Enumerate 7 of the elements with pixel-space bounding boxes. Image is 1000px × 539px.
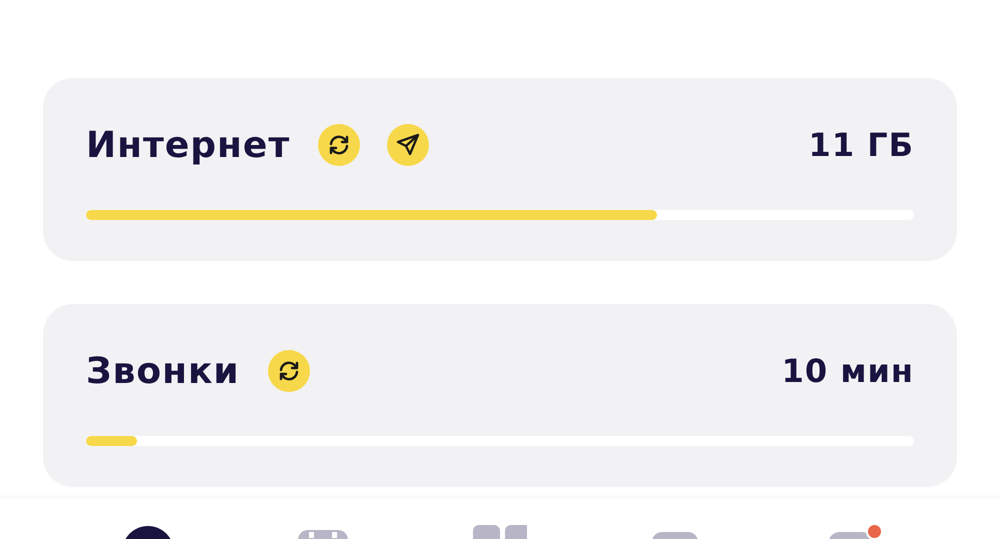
card-title: Звонки [86, 350, 240, 392]
refresh-icon[interactable] [268, 350, 310, 392]
remaining-amount: 11 ГБ [808, 126, 914, 164]
send-icon[interactable] [387, 124, 430, 166]
card-title: Интернет [86, 124, 290, 166]
remaining-amount: 10 мин [782, 352, 914, 390]
refresh-icon[interactable] [318, 124, 360, 166]
